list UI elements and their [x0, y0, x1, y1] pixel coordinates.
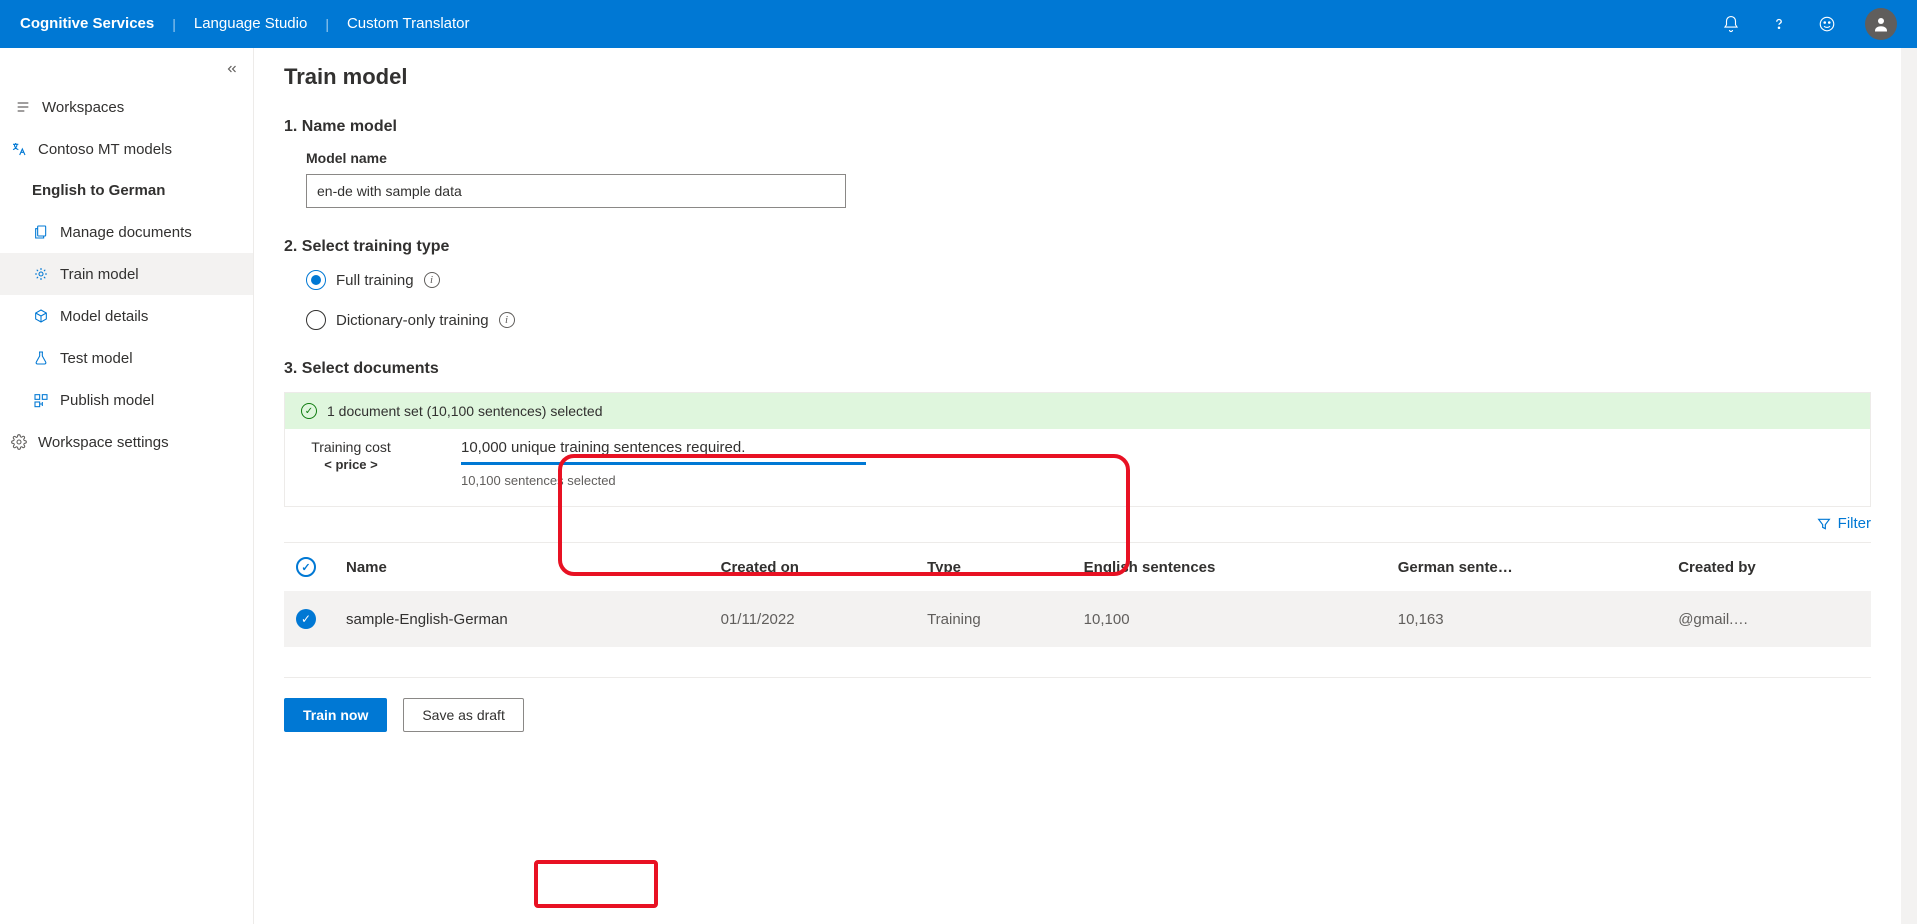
cell-created-on: 01/11/2022	[709, 591, 915, 647]
sidebar-item-project[interactable]: English to German	[0, 170, 253, 211]
section-training-type: 2. Select training type Full training i …	[284, 238, 1871, 330]
cell-type: Training	[915, 591, 1072, 647]
action-bar: Train now Save as draft	[284, 677, 1871, 746]
scrollbar[interactable]	[1901, 48, 1917, 924]
gear-icon	[10, 433, 28, 451]
sidebar-item-test-model[interactable]: Test model	[0, 337, 253, 379]
sidebar: Workspaces Contoso MT models English to …	[0, 48, 254, 924]
breadcrumb: Cognitive Services | Language Studio | C…	[20, 0, 488, 48]
check-circle-icon: ✓	[301, 403, 317, 419]
cell-english-sentences: 10,100	[1072, 591, 1386, 647]
training-cost-value: < price >	[301, 457, 401, 472]
col-german-sentences[interactable]: German sente…	[1386, 543, 1666, 592]
flask-icon	[32, 349, 50, 367]
col-created-on[interactable]: Created on	[709, 543, 915, 592]
filter-row: Filter	[284, 515, 1871, 532]
sidebar-item-label: Workspace settings	[38, 434, 169, 451]
sidebar-item-label: Workspaces	[42, 99, 124, 116]
sidebar-item-label: Model details	[60, 308, 148, 325]
table-row[interactable]: ✓ sample-English-German 01/11/2022 Train…	[284, 591, 1871, 647]
sidebar-item-manage-documents[interactable]: Manage documents	[0, 211, 253, 253]
publish-icon	[32, 391, 50, 409]
selection-banner: ✓ 1 document set (10,100 sentences) sele…	[285, 393, 1870, 429]
selection-banner-text: 1 document set (10,100 sentences) select…	[327, 403, 603, 419]
cell-name: sample-English-German	[334, 591, 709, 647]
breadcrumb-brand[interactable]: Cognitive Services	[20, 0, 172, 48]
sidebar-item-settings[interactable]: Workspace settings	[0, 421, 253, 463]
radio-label: Full training	[336, 272, 414, 289]
row-checkbox[interactable]: ✓	[296, 609, 316, 629]
col-name[interactable]: Name	[334, 543, 709, 592]
radio-label: Dictionary-only training	[336, 312, 489, 329]
documents-summary-panel: ✓ 1 document set (10,100 sentences) sele…	[284, 392, 1871, 507]
layout: Workspaces Contoso MT models English to …	[0, 48, 1917, 924]
annotation-highlight	[534, 860, 658, 908]
sidebar-item-publish-model[interactable]: Publish model	[0, 379, 253, 421]
radio-icon	[306, 310, 326, 330]
topbar: Cognitive Services | Language Studio | C…	[0, 0, 1917, 48]
avatar[interactable]	[1865, 8, 1897, 40]
training-cost: Training cost < price >	[301, 439, 401, 472]
translate-icon	[10, 140, 28, 158]
save-draft-button[interactable]: Save as draft	[403, 698, 524, 732]
col-english-sentences[interactable]: English sentences	[1072, 543, 1386, 592]
breadcrumb-section[interactable]: Language Studio	[176, 0, 325, 48]
filter-label: Filter	[1838, 515, 1871, 532]
train-icon	[32, 265, 50, 283]
sentences-required: 10,000 unique training sentences require…	[461, 439, 866, 456]
sidebar-item-workspace[interactable]: Contoso MT models	[0, 128, 253, 170]
sentences-selected: 10,100 sentences selected	[461, 473, 866, 488]
documents-table: ✓ Name Created on Type English sentences…	[284, 542, 1871, 647]
cell-german-sentences: 10,163	[1386, 591, 1666, 647]
col-type[interactable]: Type	[915, 543, 1072, 592]
sidebar-item-label: Manage documents	[60, 224, 192, 241]
model-name-label: Model name	[306, 150, 1871, 166]
sidebar-item-workspaces[interactable]: Workspaces	[0, 86, 253, 128]
breadcrumb-page[interactable]: Custom Translator	[329, 0, 488, 48]
sidebar-item-label: Contoso MT models	[38, 141, 172, 158]
sidebar-item-label: English to German	[32, 182, 165, 199]
filter-button[interactable]: Filter	[1816, 515, 1871, 532]
select-all-checkbox[interactable]: ✓	[296, 557, 316, 577]
cube-icon	[32, 307, 50, 325]
sidebar-item-model-details[interactable]: Model details	[0, 295, 253, 337]
sidebar-item-label: Publish model	[60, 392, 154, 409]
training-cost-label: Training cost	[301, 439, 401, 455]
cell-created-by: @gmail.…	[1666, 591, 1871, 647]
topbar-actions	[1721, 8, 1897, 40]
radio-dictionary-training[interactable]: Dictionary-only training i	[306, 310, 1871, 330]
section-name-model: 1. Name model Model name	[284, 118, 1871, 208]
page-title: Train model	[284, 64, 1871, 90]
progress-bar	[461, 462, 866, 465]
sidebar-item-label: Train model	[60, 266, 139, 283]
model-name-input[interactable]	[306, 174, 846, 208]
training-progress: 10,000 unique training sentences require…	[461, 439, 866, 488]
radio-full-training[interactable]: Full training i	[306, 270, 1871, 290]
info-icon[interactable]: i	[424, 272, 440, 288]
filter-icon	[1816, 516, 1832, 532]
col-created-by[interactable]: Created by	[1666, 543, 1871, 592]
main-content: Train model 1. Name model Model name 2. …	[254, 48, 1901, 924]
collapse-nav-button[interactable]	[0, 58, 253, 86]
radio-icon	[306, 270, 326, 290]
info-icon[interactable]: i	[499, 312, 515, 328]
section-heading: 2. Select training type	[284, 238, 1871, 256]
help-icon[interactable]	[1769, 14, 1789, 34]
table-header-row: ✓ Name Created on Type English sentences…	[284, 543, 1871, 592]
section-select-documents: 3. Select documents ✓ 1 document set (10…	[284, 360, 1871, 507]
list-icon	[14, 98, 32, 116]
feedback-icon[interactable]	[1817, 14, 1837, 34]
training-cost-row: Training cost < price > 10,000 unique tr…	[285, 429, 1870, 506]
section-heading: 1. Name model	[284, 118, 1871, 136]
notifications-icon[interactable]	[1721, 14, 1741, 34]
documents-icon	[32, 223, 50, 241]
sidebar-item-train-model[interactable]: Train model	[0, 253, 253, 295]
section-heading: 3. Select documents	[284, 360, 1871, 378]
train-now-button[interactable]: Train now	[284, 698, 387, 732]
sidebar-item-label: Test model	[60, 350, 133, 367]
